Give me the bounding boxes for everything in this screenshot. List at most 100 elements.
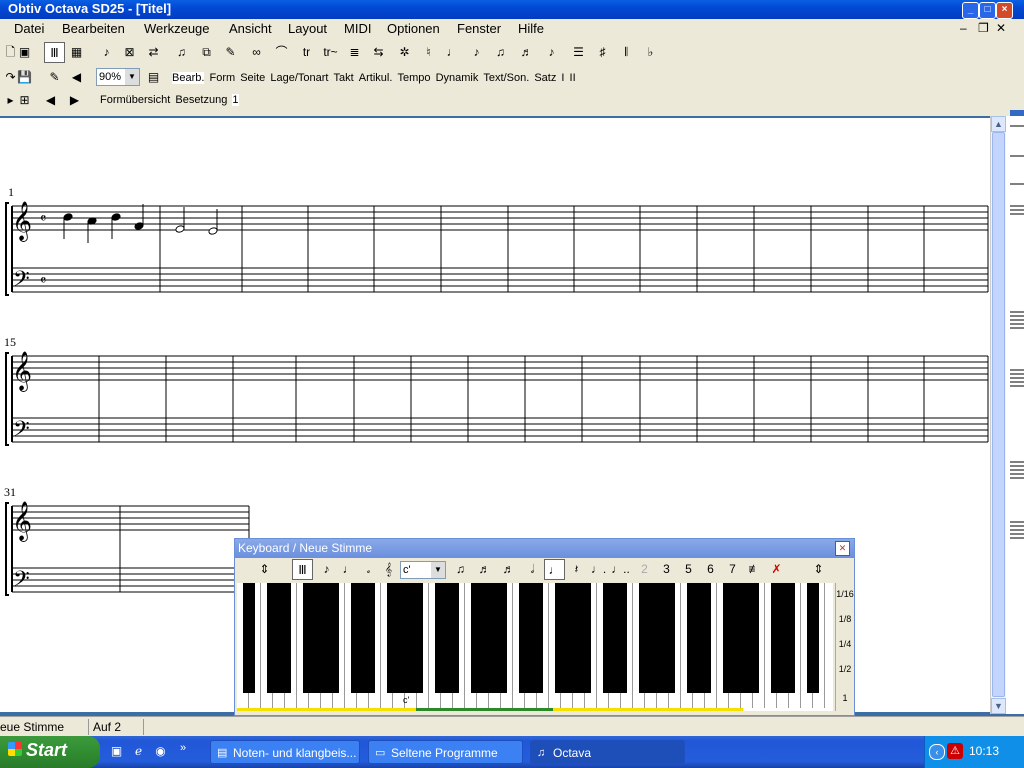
staff-lines-icon[interactable]: ☰ [568, 42, 589, 63]
menu-layout[interactable]: Layout [288, 21, 327, 36]
tab-lage-tonart[interactable]: Lage/Tonart [270, 72, 328, 84]
menu-datei[interactable]: Datei [14, 21, 44, 36]
keyboard-window[interactable]: Keyboard / Neue Stimme ✕ ⇕ Ⅲ ♪ ♩ 𝅗 𝄞 c' … [234, 538, 855, 716]
dotted-note-icon[interactable]: ♩. [588, 559, 609, 580]
piano-mode-icon[interactable]: Ⅲ [292, 559, 313, 580]
task-octava[interactable]: ♫ Octava [530, 740, 685, 764]
rest-icon[interactable]: 𝄽 [566, 559, 587, 580]
half-note-icon[interactable]: 𝅗𝅥 [522, 559, 543, 580]
note-split-icon[interactable]: ♪ [541, 42, 562, 63]
black-key[interactable] [639, 583, 651, 693]
black-key[interactable] [315, 583, 327, 693]
black-key[interactable] [615, 583, 627, 693]
black-key[interactable] [411, 583, 423, 693]
tab-tempo[interactable]: Tempo [397, 72, 430, 84]
chevron-down-icon[interactable]: ▼ [431, 562, 445, 578]
grace-a-icon[interactable]: ♬ [474, 559, 495, 580]
black-key[interactable] [699, 583, 711, 693]
zoom-select[interactable]: 90% ▼ [96, 68, 140, 86]
quicklaunch-media-icon[interactable]: ◉ [150, 741, 171, 762]
scroll-thumb[interactable] [992, 132, 1005, 697]
black-key[interactable] [267, 583, 279, 693]
minimize-button[interactable]: _ [962, 2, 979, 19]
tuplet-5-button[interactable]: 5 [678, 559, 699, 580]
menu-werkzeuge[interactable]: Werkzeuge [144, 21, 210, 36]
menu-midi[interactable]: MIDI [344, 21, 371, 36]
next-icon[interactable]: ▶ [64, 90, 85, 111]
antivirus-icon[interactable]: ⚠ [947, 743, 963, 759]
transpose-icon[interactable]: ⇆ [368, 42, 389, 63]
black-key[interactable] [483, 583, 495, 693]
black-key[interactable] [783, 583, 795, 693]
black-key[interactable] [447, 583, 459, 693]
black-key[interactable] [303, 583, 315, 693]
grace2-icon[interactable]: ♪ [466, 42, 487, 63]
beam-group-icon[interactable]: ♬ [516, 42, 537, 63]
scroll-down-icon[interactable]: ▼ [991, 698, 1006, 714]
black-key[interactable] [495, 583, 507, 693]
staff-split-icon[interactable]: ≢ [744, 559, 765, 580]
insert-note-icon[interactable]: ♪ [96, 42, 117, 63]
black-key[interactable] [771, 583, 783, 693]
tuplet-7-button[interactable]: 7 [722, 559, 743, 580]
structure-icon[interactable]: ⊞ [14, 90, 35, 111]
black-key[interactable] [279, 583, 291, 693]
midi-icon[interactable]: ✲ [394, 42, 415, 63]
voice-icon[interactable]: ♭ [640, 42, 661, 63]
black-key[interactable] [807, 583, 819, 693]
beam-notes-icon[interactable]: ♫ [450, 559, 471, 580]
chord-icon[interactable]: 𝄞 [378, 559, 399, 580]
tab-dynamik[interactable]: Dynamik [436, 72, 479, 84]
swap-icon[interactable]: ⇄ [143, 42, 164, 63]
black-key[interactable] [663, 583, 675, 693]
double-dotted-note-icon[interactable]: ♩.. [610, 559, 631, 580]
black-key[interactable] [435, 583, 447, 693]
tab-formuebersicht[interactable]: Formübersicht [100, 94, 170, 106]
tab-satz[interactable]: Satz [534, 72, 556, 84]
accidental-sharp-icon[interactable]: ♩ [338, 559, 359, 580]
tie-icon[interactable]: ∞ [246, 42, 267, 63]
menu-fenster[interactable]: Fenster [457, 21, 501, 36]
menu-hilfe[interactable]: Hilfe [518, 21, 544, 36]
menu-optionen[interactable]: Optionen [387, 21, 440, 36]
duration-1-16[interactable]: 1/16 [836, 589, 854, 599]
piano-keyboard[interactable]: c' [237, 583, 833, 711]
mdi-minimize-button[interactable]: – [960, 21, 967, 35]
mdi-restore-button[interactable]: ❐ [978, 21, 989, 35]
grace-b-icon[interactable]: ♬ [498, 559, 519, 580]
duration-1-2[interactable]: 1/2 [836, 664, 854, 674]
tab-seite[interactable]: Seite [240, 72, 265, 84]
stem-icon[interactable]: 𝅗 [358, 559, 379, 580]
duration-selector[interactable]: 1/16 1/8 1/4 1/2 1 [835, 583, 854, 711]
slur-icon[interactable]: ⌒ [271, 42, 292, 63]
octave-select[interactable]: c' ▼ [400, 561, 446, 579]
tab-text-son[interactable]: Text/Son. [483, 72, 529, 84]
mdi-close-button[interactable]: ✕ [996, 21, 1006, 35]
octave-spin-icon[interactable]: ⇕ [254, 559, 275, 580]
staff-bracket-icon[interactable]: 𝄃 [616, 42, 637, 63]
black-key[interactable] [735, 583, 747, 693]
black-key[interactable] [519, 583, 531, 693]
black-key[interactable] [747, 583, 759, 693]
black-key[interactable] [687, 583, 699, 693]
trill-icon[interactable]: tr [296, 42, 317, 63]
grace-icon[interactable]: ♩ [442, 42, 463, 63]
black-key[interactable] [723, 583, 735, 693]
black-key[interactable] [471, 583, 483, 693]
start-button[interactable]: Start [0, 736, 100, 768]
close-button[interactable]: × [996, 2, 1013, 19]
quicklaunch-ie-icon[interactable]: ℯ [128, 741, 149, 762]
tuplet-3-button[interactable]: 3 [656, 559, 677, 580]
grace-note-icon[interactable]: ♪ [316, 559, 337, 580]
task-seltene[interactable]: ▭ Seltene Programme [368, 740, 523, 764]
page-view-icon[interactable]: ▤ [143, 67, 164, 88]
accidental-icon[interactable]: ♮ [418, 42, 439, 63]
black-key[interactable] [579, 583, 591, 693]
quarter-note-icon[interactable]: ♩ [544, 559, 565, 580]
trill-wave-icon[interactable]: tr~ [320, 42, 341, 63]
select-icon[interactable]: ⊠ [119, 42, 140, 63]
transpose-spin-icon[interactable]: ⇕ [808, 559, 829, 580]
tab-i[interactable]: I [561, 72, 564, 84]
delete-note-icon[interactable]: ✗ [766, 559, 787, 580]
duration-1[interactable]: 1 [836, 693, 854, 703]
